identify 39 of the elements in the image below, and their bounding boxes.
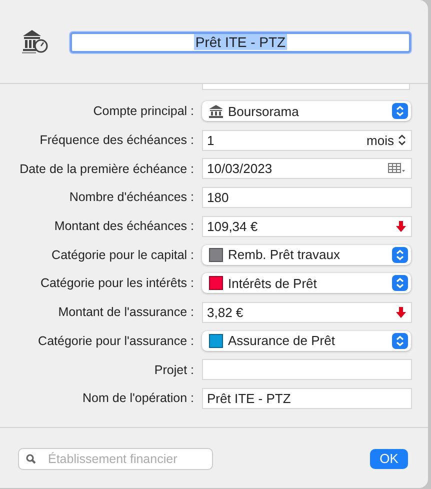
field-label: Nombre d'échéances : — [68, 190, 195, 204]
unit-stepper[interactable]: mois — [366, 132, 394, 148]
bank-icon — [209, 104, 223, 118]
chevron-updown-icon — [392, 103, 408, 120]
date-field[interactable]: 10/03/2023 — [202, 158, 412, 180]
input-field[interactable]: 1 mois — [202, 130, 412, 151]
title-text: Prêt ITE - PTZ — [194, 34, 287, 50]
popup-button[interactable]: Remb. Prêt travaux — [202, 244, 411, 265]
title-field[interactable]: Prêt ITE - PTZ — [70, 32, 411, 52]
field-label: Montant de l'assurance : — [57, 305, 195, 320]
input-field[interactable] — [202, 359, 412, 380]
down-arrow-icon — [396, 306, 406, 318]
popup-button[interactable]: Assurance de Prêt — [202, 330, 411, 351]
field-label: Catégorie pour les intérêts : — [39, 276, 195, 290]
input-field[interactable]: Prêt ITE - PTZ — [202, 388, 412, 409]
input-field[interactable]: 180 — [202, 186, 412, 208]
field-label: Compte principal : — [92, 104, 195, 118]
input-field[interactable]: 3,82 € — [202, 302, 412, 323]
search-field[interactable]: Établissement financier — [18, 448, 213, 470]
field-label: Fréquence des échéances : — [38, 133, 195, 148]
bank-clock-icon — [22, 28, 48, 56]
calendar-icon[interactable] — [388, 163, 406, 174]
input-field[interactable] — [202, 84, 410, 90]
field-label: Catégorie pour le capital : — [50, 248, 195, 262]
search-icon — [26, 454, 36, 464]
chevron-updown-icon — [392, 332, 408, 349]
input-field[interactable]: 109,34 € — [202, 216, 412, 237]
chevron-updown-icon — [392, 246, 408, 263]
popup-button[interactable]: Intérêts de Prêt — [202, 273, 411, 294]
stepper-icon — [398, 134, 406, 146]
field-label: Projet : — [153, 362, 195, 377]
field-label: Montant des échéances : — [53, 219, 195, 234]
chevron-updown-icon — [392, 275, 408, 292]
down-arrow-icon — [396, 220, 406, 232]
field-label: Catégorie pour l'assurance : — [37, 334, 195, 348]
popup-button[interactable]: Boursorama — [202, 101, 411, 122]
field-label: Date de la première échéance : — [18, 162, 195, 176]
ok-button[interactable]: OK — [370, 448, 408, 469]
field-label: Nom de l'opération : — [82, 391, 195, 406]
